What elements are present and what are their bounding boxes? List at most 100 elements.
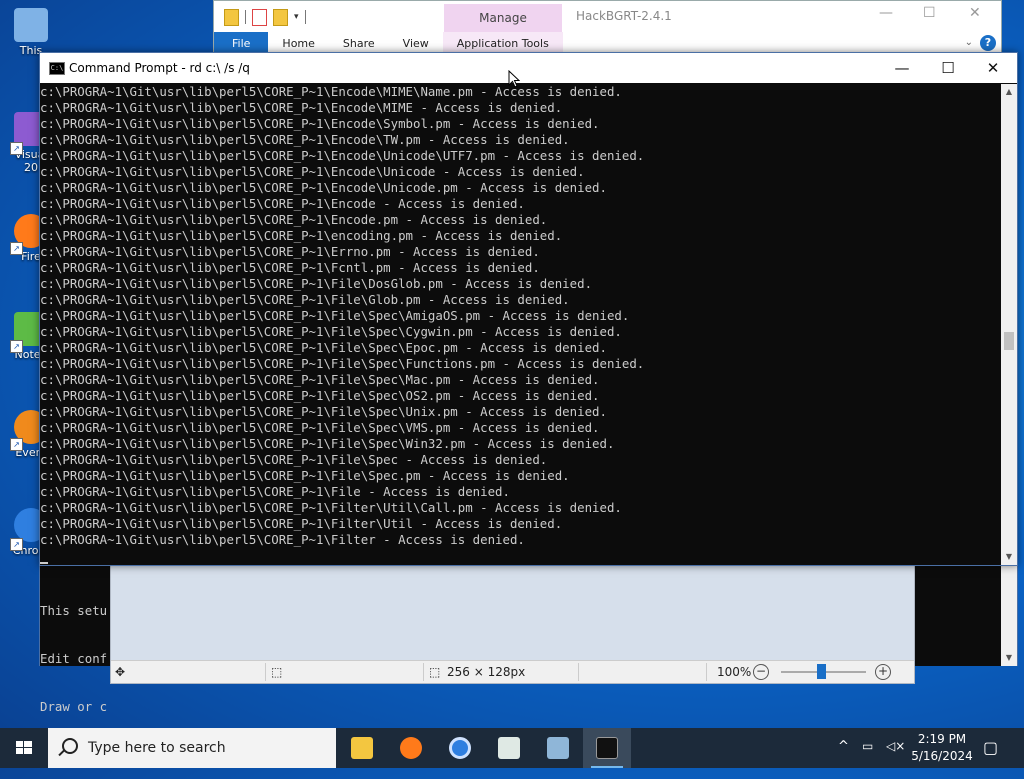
desktop-icon-this-pc[interactable]: This: [6, 8, 56, 57]
separator: [578, 663, 579, 681]
image-dimensions: 256 × 128px: [447, 665, 526, 679]
console-line: c:\PROGRA~1\Git\usr\lib\perl5\CORE_P~1\E…: [40, 132, 570, 147]
console-line: c:\PROGRA~1\Git\usr\lib\perl5\CORE_P~1\F…: [40, 500, 622, 515]
notifications-icon[interactable]: ▢: [983, 738, 998, 778]
console-line: c:\PROGRA~1\Git\usr\lib\perl5\CORE_P~1\E…: [40, 196, 525, 211]
firefox-icon: [400, 737, 422, 759]
taskbar-notepad[interactable]: [485, 728, 533, 768]
console-line: c:\PROGRA~1\Git\usr\lib\perl5\CORE_P~1\F…: [40, 372, 600, 387]
console-line: c:\PROGRA~1\Git\usr\lib\perl5\CORE_P~1\F…: [40, 340, 607, 355]
taskbar-paint[interactable]: [534, 728, 582, 768]
console-line: c:\PROGRA~1\Git\usr\lib\perl5\CORE_P~1\F…: [40, 292, 570, 307]
separator: [304, 10, 306, 24]
zoom-level: 100%: [717, 665, 752, 679]
console-line: c:\PROGRA~1\Git\usr\lib\perl5\CORE_P~1\F…: [40, 484, 510, 499]
separator: [265, 663, 266, 681]
cmd-scrollbar[interactable]: ▲ ▼: [1001, 84, 1017, 565]
console-line: c:\PROGRA~1\Git\usr\lib\perl5\CORE_P~1\F…: [40, 276, 593, 291]
selection-icon: ⬚: [271, 665, 283, 679]
console-line: c:\PROGRA~1\Git\usr\lib\perl5\CORE_P~1\E…: [40, 212, 548, 227]
taskbar-chrome[interactable]: [436, 728, 484, 768]
system-clock[interactable]: 2:19 PM 5/16/2024: [902, 731, 982, 765]
console-line: c:\PROGRA~1\Git\usr\lib\perl5\CORE_P~1\E…: [40, 244, 540, 259]
console-output[interactable]: c:\PROGRA~1\Git\usr\lib\perl5\CORE_P~1\E…: [40, 84, 1000, 562]
taskbar: Type here to search ^ ▭ ◁× 2:19 PM 5/16/…: [0, 728, 1024, 768]
scroll-down-button[interactable]: ▼: [1001, 549, 1017, 565]
console-line: c:\PROGRA~1\Git\usr\lib\perl5\CORE_P~1\F…: [40, 260, 540, 275]
paint-icon: [547, 737, 569, 759]
shortcut-arrow-icon: ↗: [10, 438, 23, 451]
separator: [245, 10, 246, 24]
taskbar-file-explorer[interactable]: [338, 728, 386, 768]
console-line: c:\PROGRA~1\Git\usr\lib\perl5\CORE_P~1\F…: [40, 532, 525, 547]
separator: [423, 663, 424, 681]
taskbar-firefox[interactable]: [387, 728, 435, 768]
cmd-titlebar[interactable]: C:\ Command Prompt - rd c:\ /s /q — ☐ ✕: [40, 53, 1017, 83]
desktop-icon-label: Fire: [21, 250, 41, 263]
cmd-scrollbar-lower[interactable]: ▼: [1001, 564, 1017, 666]
console-line: Draw or c: [40, 699, 108, 714]
shortcut-arrow-icon: ↗: [10, 340, 23, 353]
show-hidden-icons-icon[interactable]: ^: [838, 739, 849, 779]
maximize-button[interactable]: ☐: [926, 57, 970, 79]
properties-icon[interactable]: [252, 8, 267, 26]
console-line: c:\PROGRA~1\Git\usr\lib\perl5\CORE_P~1\E…: [40, 116, 600, 131]
console-line: c:\PROGRA~1\Git\usr\lib\perl5\CORE_P~1\e…: [40, 228, 563, 243]
command-prompt-icon: [596, 737, 618, 759]
console-line: c:\PROGRA~1\Git\usr\lib\perl5\CORE_P~1\F…: [40, 308, 630, 323]
console-line: c:\PROGRA~1\Git\usr\lib\perl5\CORE_P~1\F…: [40, 516, 563, 531]
folder-icon: [351, 737, 373, 759]
help-icon[interactable]: ?: [980, 35, 996, 51]
image-size-icon: ⬚: [429, 665, 441, 679]
minimize-button[interactable]: —: [880, 57, 924, 79]
command-prompt-icon: C:\: [49, 62, 65, 75]
image-canvas[interactable]: [111, 565, 914, 660]
computer-icon: [14, 8, 48, 42]
console-line: c:\PROGRA~1\Git\usr\lib\perl5\CORE_P~1\E…: [40, 164, 585, 179]
customize-toolbar-icon[interactable]: ▾: [294, 12, 299, 22]
expand-ribbon-icon[interactable]: ⌄: [965, 37, 973, 48]
search-icon: [62, 738, 78, 754]
console-line: c:\PROGRA~1\Git\usr\lib\perl5\CORE_P~1\E…: [40, 180, 607, 195]
taskbar-command-prompt[interactable]: [583, 728, 631, 768]
separator: [706, 663, 707, 681]
network-icon[interactable]: ▭: [862, 739, 873, 779]
zoom-out-button[interactable]: −: [753, 664, 769, 680]
move-icon[interactable]: ✥: [115, 665, 125, 679]
console-line: c:\PROGRA~1\Git\usr\lib\perl5\CORE_P~1\F…: [40, 404, 607, 419]
console-line: c:\PROGRA~1\Git\usr\lib\perl5\CORE_P~1\F…: [40, 356, 645, 371]
scroll-down-button[interactable]: ▼: [1001, 650, 1017, 666]
command-prompt-window[interactable]: C:\ Command Prompt - rd c:\ /s /q — ☐ ✕ …: [39, 52, 1018, 566]
start-button[interactable]: [0, 728, 48, 768]
console-line: c:\PROGRA~1\Git\usr\lib\perl5\CORE_P~1\F…: [40, 468, 570, 483]
console-line: c:\PROGRA~1\Git\usr\lib\perl5\CORE_P~1\F…: [40, 324, 622, 339]
close-button[interactable]: ✕: [971, 57, 1015, 79]
console-line: c:\PROGRA~1\Git\usr\lib\perl5\CORE_P~1\F…: [40, 436, 615, 451]
maximize-button[interactable]: ☐: [923, 5, 936, 21]
console-line: c:\PROGRA~1\Git\usr\lib\perl5\CORE_P~1\F…: [40, 452, 548, 467]
shortcut-arrow-icon: ↗: [10, 538, 23, 551]
console-line: This setu: [40, 603, 108, 618]
scroll-up-button[interactable]: ▲: [1001, 84, 1017, 100]
new-folder-icon[interactable]: [273, 8, 288, 26]
console-text-lower: This setu Edit conf Draw or c: [40, 571, 107, 747]
window-title: Command Prompt - rd c:\ /s /q: [69, 61, 250, 75]
minimize-button[interactable]: —: [879, 5, 893, 21]
zoom-slider-thumb[interactable]: [817, 664, 826, 679]
quick-access-toolbar: ▾: [224, 7, 306, 27]
chrome-icon: [449, 737, 471, 759]
scrollbar-thumb[interactable]: [1004, 332, 1014, 350]
image-viewer-window[interactable]: ✥ ⬚ ⬚ 256 × 128px 100% − +: [110, 560, 915, 684]
search-box[interactable]: Type here to search: [48, 728, 336, 768]
clock-date: 5/16/2024: [911, 749, 973, 763]
manage-context-tab[interactable]: Manage: [444, 4, 562, 32]
mouse-pointer-icon: [508, 70, 520, 88]
console-line: c:\PROGRA~1\Git\usr\lib\perl5\CORE_P~1\F…: [40, 420, 600, 435]
zoom-in-button[interactable]: +: [875, 664, 891, 680]
console-line: c:\PROGRA~1\Git\usr\lib\perl5\CORE_P~1\E…: [40, 84, 622, 99]
folder-icon[interactable]: [224, 8, 239, 26]
console-line: c:\PROGRA~1\Git\usr\lib\perl5\CORE_P~1\E…: [40, 148, 645, 163]
close-button[interactable]: ✕: [969, 5, 981, 21]
window-title: HackBGRT-2.4.1: [576, 9, 672, 23]
console-line: Edit conf: [40, 651, 108, 666]
